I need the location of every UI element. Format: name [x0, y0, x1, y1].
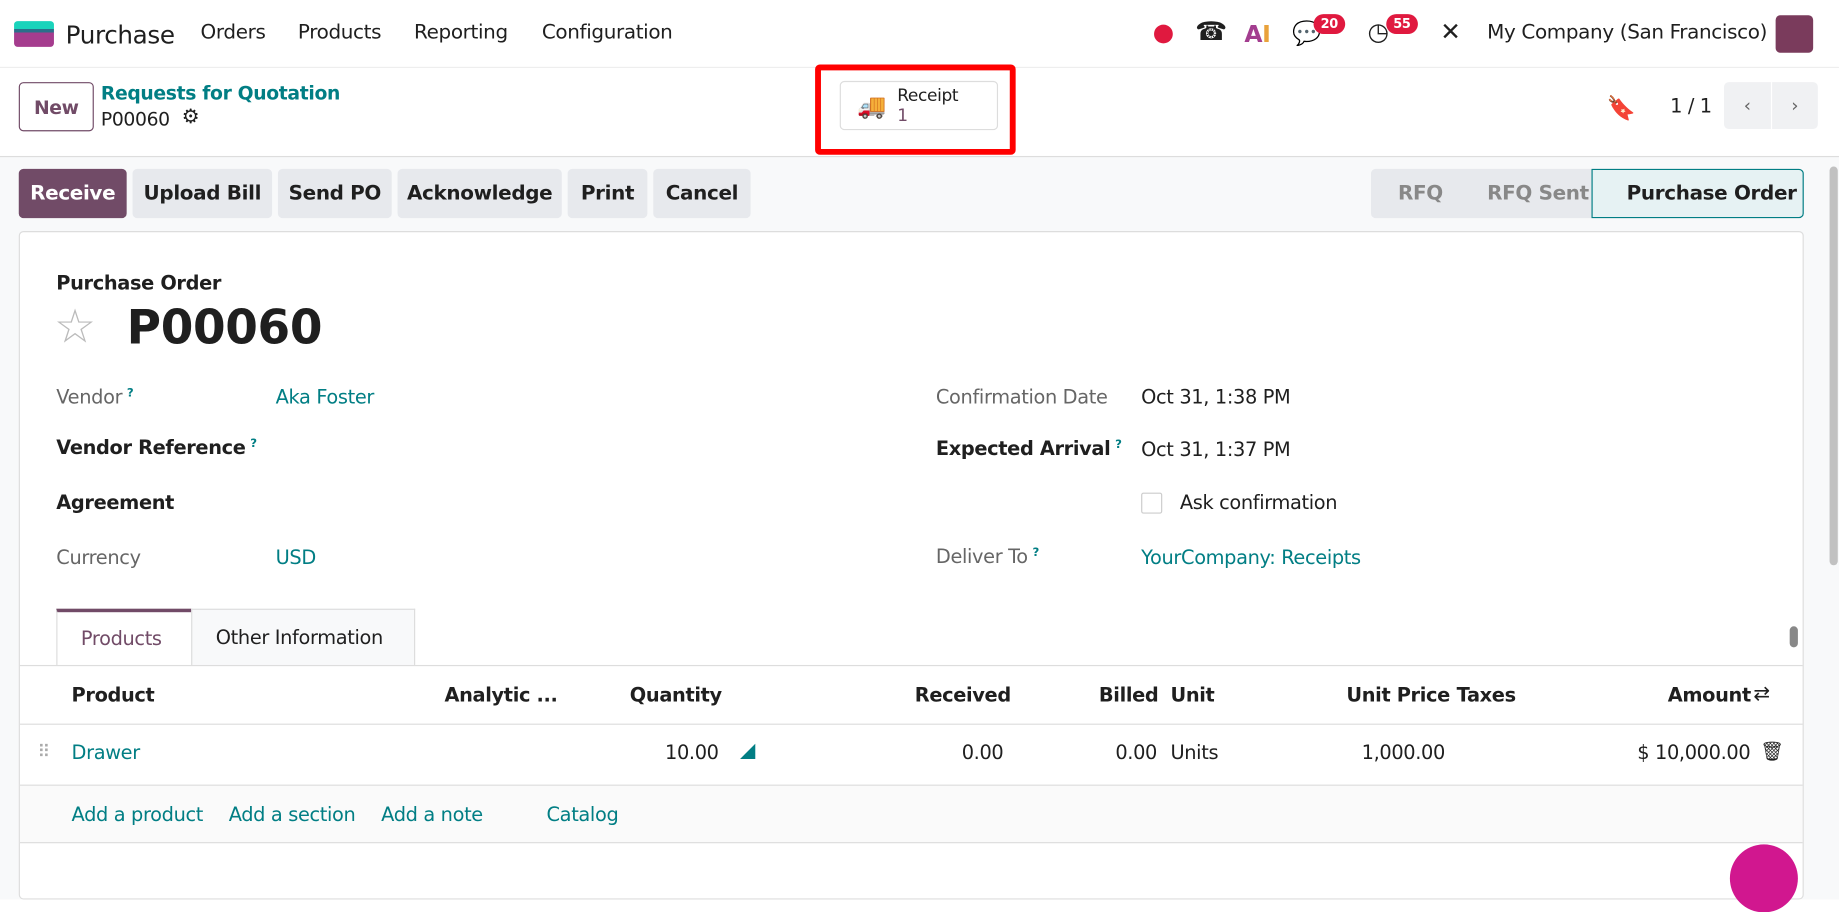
star-icon[interactable]: ☆ — [54, 300, 96, 354]
status-rfq-sent[interactable]: RFQ Sent — [1487, 169, 1589, 218]
currency-field[interactable]: USD — [276, 547, 317, 569]
chevron-left-icon[interactable]: ‹ — [1724, 82, 1772, 130]
drag-handle-icon[interactable]: ⠿ — [38, 741, 51, 762]
receive-button[interactable]: Receive — [18, 168, 127, 219]
menu-products[interactable]: Products — [298, 21, 382, 44]
truck-icon: 🚚 — [857, 91, 887, 120]
confirmation-date-field[interactable]: Oct 31, 1:38 PM — [1141, 386, 1291, 408]
delete-row-icon[interactable]: 🗑 — [1760, 740, 1784, 762]
tools-icon[interactable]: ✕ — [1440, 18, 1461, 46]
col-billed[interactable]: Billed — [1099, 684, 1159, 706]
record-name: P00060 — [100, 107, 170, 131]
pager-nav: ‹ › — [1724, 82, 1818, 130]
add-section-link[interactable]: Add a section — [229, 803, 356, 825]
status-rfq[interactable]: RFQ — [1398, 169, 1443, 218]
expected-arrival-field[interactable]: Oct 31, 1:37 PM — [1141, 439, 1291, 461]
acknowledge-button[interactable]: Acknowledge — [397, 168, 562, 219]
col-quantity[interactable]: Quantity — [630, 684, 722, 706]
page-scrollbar[interactable] — [1829, 166, 1838, 566]
col-unit-price[interactable]: Unit Price — [1346, 684, 1450, 706]
chat-bot-launcher-icon[interactable] — [1729, 844, 1798, 912]
top-navbar: Purchase Orders Products Reporting Confi… — [0, 0, 1839, 69]
gear-icon[interactable]: ⚙ — [182, 106, 200, 129]
phone-icon[interactable]: ☎ — [1195, 18, 1227, 47]
col-taxes[interactable]: Taxes — [1457, 684, 1516, 706]
quantity-cell[interactable]: 10.00 — [665, 741, 719, 763]
ai-icon[interactable]: AI — [1244, 20, 1271, 48]
billed-cell: 0.00 — [1115, 741, 1158, 764]
column-settings-icon[interactable]: ⇄ — [1753, 683, 1770, 706]
breadcrumb-rfq[interactable]: Requests for Quotation — [101, 82, 340, 104]
cancel-button[interactable]: Cancel — [653, 168, 751, 219]
purchase-app-icon[interactable] — [14, 21, 54, 47]
order-type-label: Purchase Order — [56, 272, 222, 295]
menu-configuration[interactable]: Configuration — [542, 21, 673, 44]
unit-price-cell[interactable]: 1,000.00 — [1362, 741, 1446, 763]
tab-other-information[interactable]: Other Information — [191, 608, 416, 665]
company-switcher[interactable]: My Company (San Francisco) — [1487, 21, 1767, 44]
messages-badge: 20 — [1313, 14, 1345, 35]
deliver-to-label: Deliver To? — [935, 545, 1039, 568]
catalog-link[interactable]: Catalog — [547, 803, 619, 825]
unit-cell[interactable]: Units — [1170, 741, 1218, 763]
status-purchase-order[interactable]: Purchase Order — [1627, 169, 1797, 218]
receipt-label: Receipt — [897, 86, 959, 106]
agreement-input[interactable] — [276, 489, 862, 519]
add-product-link[interactable]: Add a product — [72, 803, 204, 825]
received-cell: 0.00 — [961, 741, 1004, 764]
menu-reporting[interactable]: Reporting — [414, 21, 508, 44]
vendor-field[interactable]: Aka Foster — [276, 386, 375, 408]
vendor-reference-input[interactable] — [276, 434, 862, 464]
col-unit[interactable]: Unit — [1170, 684, 1214, 706]
tab-products[interactable]: Products — [56, 608, 193, 665]
forecast-chart-icon[interactable]: ◢ — [740, 739, 755, 762]
col-amount[interactable]: Amount — [1668, 684, 1751, 706]
menu-orders[interactable]: Orders — [201, 21, 266, 44]
print-button[interactable]: Print — [567, 168, 648, 219]
activities-badge: 55 — [1386, 14, 1418, 35]
vendor-reference-label: Vendor Reference? — [56, 436, 257, 459]
user-avatar[interactable] — [1775, 15, 1814, 53]
amount-cell: $ 10,000.00 — [1637, 741, 1751, 764]
agreement-label: Agreement — [56, 491, 175, 514]
chevron-right-icon[interactable]: › — [1772, 82, 1818, 129]
ask-confirmation-checkbox[interactable] — [1141, 492, 1163, 514]
col-received[interactable]: Received — [915, 684, 1011, 706]
col-analytic[interactable]: Analytic ... — [444, 684, 557, 706]
deliver-to-field[interactable]: YourCompany: Receipts — [1141, 547, 1361, 569]
receipt-count: 1 — [897, 106, 908, 126]
expected-arrival-label: Expected Arrival? — [935, 437, 1122, 460]
vendor-label: Vendor? — [56, 385, 134, 409]
upload-bill-button[interactable]: Upload Bill — [132, 168, 273, 219]
ask-confirmation-label: Ask confirmation — [1179, 491, 1338, 514]
currency-label: Currency — [56, 546, 141, 569]
confirmation-date-label: Confirmation Date — [935, 385, 1108, 409]
new-button[interactable]: New — [18, 82, 94, 132]
receipt-smart-button[interactable]: 🚚 Receipt 1 — [839, 80, 999, 131]
bookmark-icon[interactable]: 🔖 — [1607, 94, 1636, 122]
send-po-button[interactable]: Send PO — [277, 168, 392, 219]
pager-value: 1 / 1 — [1670, 94, 1712, 118]
order-name: P00060 — [126, 301, 323, 356]
table-scrollbar[interactable] — [1789, 610, 1799, 662]
recording-dot-icon[interactable] — [1154, 24, 1173, 44]
product-cell[interactable]: Drawer — [72, 741, 141, 763]
add-note-link[interactable]: Add a note — [381, 803, 483, 825]
app-name[interactable]: Purchase — [66, 21, 175, 49]
col-product[interactable]: Product — [72, 684, 155, 706]
